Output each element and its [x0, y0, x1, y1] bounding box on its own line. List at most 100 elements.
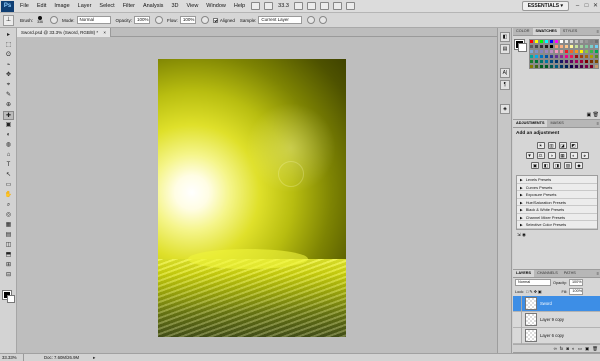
sample-select[interactable]: Current Layer: [258, 16, 303, 24]
clone-stamp-preset-icon[interactable]: ⊥: [3, 14, 14, 26]
move-tool-icon[interactable]: ▸: [3, 31, 14, 40]
canvas-area[interactable]: [17, 37, 497, 353]
3d-rotate-tool-icon[interactable]: ◎: [3, 211, 14, 220]
photo-filter-icon[interactable]: ◐: [569, 152, 578, 159]
menu-analysis[interactable]: Analysis: [139, 3, 167, 9]
vibrance-icon[interactable]: ▼: [525, 152, 534, 159]
dodge-tool-icon[interactable]: T: [3, 161, 14, 170]
shape-tool-icon[interactable]: ⌕: [3, 201, 14, 210]
preset-levels[interactable]: ▶ Levels Presets: [517, 176, 597, 184]
minimize-button[interactable]: –: [573, 2, 582, 11]
close-tab-icon[interactable]: ×: [103, 30, 106, 35]
tab-swatches[interactable]: SWATCHES: [532, 28, 560, 35]
crop-tool-icon[interactable]: ✥: [3, 71, 14, 80]
document-tab[interactable]: Sword.psd @ 33.3% (Sword, RGB/8) * ×: [17, 28, 112, 37]
path-selection-tool-icon[interactable]: ✋: [3, 191, 14, 200]
add-mask-icon[interactable]: ◙: [566, 345, 569, 352]
opacity-field[interactable]: 100%: [134, 16, 151, 24]
adjustments-footer-icons[interactable]: ⇲ ◉: [513, 230, 600, 240]
menu-help[interactable]: Help: [230, 3, 249, 9]
curves-icon[interactable]: ◪: [558, 142, 567, 149]
paragraph-panel-icon[interactable]: ¶: [500, 80, 510, 90]
arrange-documents-icon[interactable]: [332, 2, 342, 10]
eraser-tool-icon[interactable]: ◐: [3, 131, 14, 140]
gradient-map-icon[interactable]: ▨: [564, 162, 572, 169]
layer-row[interactable]: Layer 9 copy: [513, 311, 600, 328]
menu-view[interactable]: View: [182, 3, 202, 9]
type-tool-icon[interactable]: ▭: [3, 181, 14, 190]
zoom-tool-icon[interactable]: [306, 2, 316, 10]
visibility-eye-icon[interactable]: [513, 327, 522, 344]
clone-stamp-tool-icon[interactable]: ✚: [3, 111, 14, 120]
lock-icons[interactable]: □ ✎ ✥ ▣: [526, 289, 541, 294]
swatch-cell[interactable]: [594, 64, 599, 69]
gradient-tool-icon[interactable]: ◍: [3, 141, 14, 150]
brush-panel-icon[interactable]: [50, 16, 59, 24]
color-balance-icon[interactable]: ◑: [547, 152, 556, 159]
panel-menu-icon[interactable]: ≡: [597, 270, 600, 277]
menu-3d[interactable]: 3D: [167, 3, 182, 9]
panel-menu-icon[interactable]: ≡: [597, 28, 600, 35]
tab-channels[interactable]: CHANNELS: [534, 270, 561, 277]
new-layer-icon[interactable]: ▣: [585, 345, 589, 352]
menu-filter[interactable]: Filter: [119, 3, 139, 9]
history-panel-icon[interactable]: ◧: [500, 32, 510, 42]
3d-orbit-tool-icon[interactable]: ▦: [3, 221, 14, 230]
screen-mode-icon[interactable]: [345, 2, 355, 10]
bridge-icon[interactable]: [251, 2, 261, 10]
black-white-icon[interactable]: ▦: [558, 152, 567, 159]
layer-opacity-field[interactable]: 100%: [568, 279, 583, 286]
threshold-icon[interactable]: ◨: [553, 162, 561, 169]
actions-panel-icon[interactable]: ▤: [500, 44, 510, 54]
brightness-contrast-icon[interactable]: ☀: [536, 142, 545, 149]
blend-mode-select[interactable]: Normal: [515, 279, 551, 286]
ignore-adjustment-layers-icon[interactable]: [307, 16, 316, 24]
character-panel-icon[interactable]: A|: [500, 68, 510, 78]
panel-menu-icon[interactable]: ≡: [597, 120, 600, 127]
layer-row[interactable]: Layer 6 copy: [513, 327, 600, 344]
blur-tool-icon[interactable]: ⌂: [3, 151, 14, 160]
preset-curves[interactable]: ▶ Curves Presets: [517, 184, 597, 191]
selective-color-icon[interactable]: ◆: [575, 162, 583, 169]
workspace-switcher[interactable]: ESSENTIALS ▾: [521, 1, 569, 11]
rotate-view-icon[interactable]: [319, 2, 329, 10]
invert-icon[interactable]: ▣: [531, 162, 539, 169]
swap-colors-icon[interactable]: ⊟: [3, 271, 14, 280]
clone-source-panel-icon[interactable]: ◈: [500, 104, 510, 114]
brush-picker[interactable]: 336: [35, 15, 45, 26]
status-menu-arrow-icon[interactable]: ▸: [79, 355, 95, 361]
quick-mask-icon[interactable]: ⬒: [3, 251, 14, 260]
preset-black-white[interactable]: ▶ Black & White Presets: [517, 206, 597, 214]
preset-exposure[interactable]: ▶ Exposure Presets: [517, 191, 597, 199]
new-group-icon[interactable]: ▭: [578, 345, 582, 352]
preset-hue-saturation[interactable]: ▶ Hue/Saturation Presets: [517, 199, 597, 206]
maximize-button[interactable]: □: [582, 2, 591, 11]
background-color[interactable]: [7, 295, 15, 303]
zoom-level[interactable]: 33.3: [278, 3, 289, 9]
fill-field[interactable]: 100%: [569, 288, 584, 295]
delete-layer-icon[interactable]: 🗑: [592, 345, 598, 352]
hue-saturation-icon[interactable]: ⚖: [536, 152, 545, 159]
swatch-grid[interactable]: [529, 39, 599, 79]
tab-layers[interactable]: LAYERS: [513, 270, 535, 277]
menu-image[interactable]: Image: [50, 3, 73, 9]
visibility-eye-icon[interactable]: [513, 311, 522, 328]
menu-window[interactable]: Window: [202, 3, 230, 9]
marquee-tool-icon[interactable]: ⬚: [3, 41, 14, 50]
menu-layer[interactable]: Layer: [74, 3, 96, 9]
hand-tool-icon[interactable]: [293, 2, 303, 10]
layer-style-icon[interactable]: fx: [560, 345, 564, 352]
swatch-footer-buttons[interactable]: ▣ 🗑: [587, 112, 599, 118]
swatch-background[interactable]: [518, 43, 527, 52]
pen-tool-icon[interactable]: ↖: [3, 171, 14, 180]
pressure-size-icon[interactable]: [319, 16, 328, 24]
healing-brush-tool-icon[interactable]: ✎: [3, 91, 14, 100]
posterize-icon[interactable]: ◧: [542, 162, 550, 169]
visibility-eye-icon[interactable]: [513, 295, 522, 312]
new-adjustment-icon[interactable]: ◐: [572, 345, 575, 352]
flow-field[interactable]: 100%: [179, 16, 196, 24]
zoom-tool-icon[interactable]: ◫: [3, 241, 14, 250]
screen-mode-icon[interactable]: ⊞: [3, 261, 14, 270]
tab-color[interactable]: COLOR: [513, 28, 533, 35]
eyedropper-tool-icon[interactable]: ⌖: [3, 81, 14, 90]
